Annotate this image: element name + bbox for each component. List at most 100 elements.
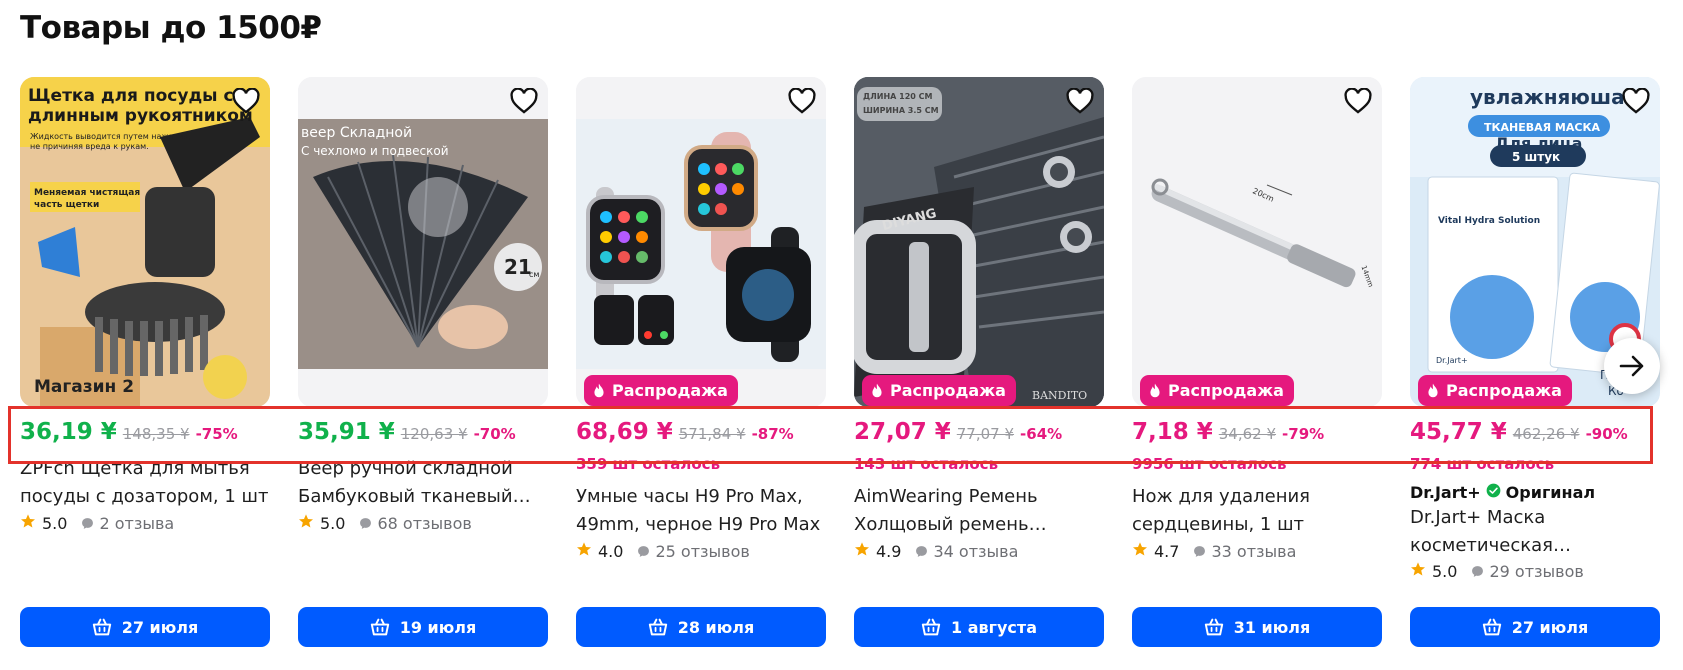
product-card[interactable]: Щетка для посуды с длинным рукоятником Ж… [20,77,270,649]
brand-row[interactable]: Dr.Jart+ Оригинал [1410,483,1595,502]
rating-value: 5.0 [320,513,346,533]
carousel-next-arrow-icon[interactable] [1604,338,1660,394]
delivery-date-button[interactable]: 27 июля [20,607,270,647]
discount-percent: -70% [473,425,516,443]
product-image[interactable]: ДЛИНА 120 СМ ШИРИНА 3.5 СМ DIYANG BANDIT… [854,77,1104,407]
product-card[interactable]: Распродажа 68,69 ¥ 571,84 ¥ -87% 359 шт … [576,77,826,649]
delivery-date-button[interactable]: 19 июля [298,607,548,647]
rating-row: 4.7 33 отзыва [1132,541,1296,561]
stock-left: 359 шт осталось [576,455,721,473]
rating-value: 4.0 [598,541,624,561]
brand-name: Dr.Jart+ [1410,483,1481,502]
product-image[interactable]: Распродажа [576,77,826,407]
image-caption: ШИРИНА 3.5 СМ [863,106,939,115]
product-image-art: 20cm 14mm [1132,77,1382,407]
basket-icon [92,618,111,636]
rating-value: 4.7 [1154,541,1180,561]
product-title[interactable]: Веер ручной складной Бамбуковый тканевый… [298,455,548,511]
basket-icon [921,618,941,636]
image-caption: см [529,270,539,279]
favorite-heart-icon[interactable] [508,85,540,117]
discount-percent: -64% [1020,425,1063,443]
price-row: 36,19 ¥ 148,35 ¥ -75% [20,419,270,453]
sale-badge: Распродажа [584,375,738,406]
delivery-date: 28 июля [677,617,755,637]
delivery-date-button[interactable]: 27 июля [1410,607,1660,647]
product-card[interactable]: 20cm 14mm Распродажа 7,18 ¥ 34,62 ¥ -79%… [1132,77,1382,649]
image-caption: 5 штук [1512,150,1560,164]
star-icon [576,541,592,561]
favorite-heart-icon[interactable] [230,85,262,117]
basket-icon [648,618,667,636]
reviews-count[interactable]: 29 отзывов [1471,562,1584,581]
stock-left: 143 шт осталось [854,455,999,473]
favorite-heart-icon[interactable] [1620,85,1652,117]
comment-icon [1472,565,1484,577]
favorite-heart-icon[interactable] [786,85,818,117]
basket-icon [1482,618,1501,636]
product-image[interactable]: 21 см веер Складной С чехломо и подвеско… [298,77,548,407]
fire-icon [872,383,882,397]
reviews-count[interactable]: 34 отзыва [915,542,1018,561]
image-caption: BANDITO [1032,389,1087,402]
image-caption: С чехломо и подвеской [301,144,449,158]
delivery-date-button[interactable]: 28 июля [576,607,826,647]
delivery-date: 19 июля [399,617,477,637]
product-card[interactable]: 21 см веер Складной С чехломо и подвеско… [298,77,548,649]
favorite-heart-icon[interactable] [1342,85,1374,117]
discount-percent: -90% [1585,425,1628,443]
product-title[interactable]: ZPFcn Щетка для мытья посуды с дозатором… [20,455,270,511]
stock-left: 774 шт осталось [1410,455,1555,473]
product-title[interactable]: AimWearing Ремень Холщовый ремень длино… [854,483,1104,539]
current-price: 35,91 ¥ [298,419,395,445]
star-icon [298,513,314,533]
product-image[interactable]: 20cm 14mm Распродажа [1132,77,1382,407]
product-title[interactable]: Нож для удаления сердцевины, 1 шт [1132,483,1382,539]
delivery-date: 31 июля [1233,617,1311,637]
comment-icon [916,545,928,557]
rating-value: 4.9 [876,541,902,561]
discount-percent: -75% [195,425,238,443]
reviews-count[interactable]: 33 отзыва [1193,542,1296,561]
current-price: 36,19 ¥ [20,419,117,445]
reviews-count[interactable]: 2 отзыва [81,514,174,533]
price-row: 27,07 ¥ 77,07 ¥ -64% [854,419,1104,453]
image-caption: Dr.Jart+ [1436,356,1468,365]
star-icon [1410,561,1426,581]
product-image[interactable]: Щетка для посуды с длинным рукоятником Ж… [20,77,270,407]
fire-icon [1428,383,1438,397]
discount-percent: -79% [1282,425,1325,443]
rating-value: 5.0 [1432,561,1458,581]
reviews-count[interactable]: 25 отзывов [637,542,750,561]
product-carousel: Щетка для посуды с длинным рукоятником Ж… [0,0,1683,670]
product-title[interactable]: Умные часы H9 Pro Max, 49mm, черное H9 P… [576,483,826,539]
star-icon [1132,541,1148,561]
delivery-date-button[interactable]: 1 августа [854,607,1104,647]
product-image-art: Щетка для посуды с длинным рукоятником Ж… [20,77,270,407]
price-row: 45,77 ¥ 462,26 ¥ -90% [1410,419,1660,453]
rating-row: 5.0 2 отзыва [20,513,174,533]
old-price: 148,35 ¥ [122,425,190,443]
old-price: 34,62 ¥ [1218,425,1277,443]
rating-row: 4.0 25 отзывов [576,541,750,561]
fire-icon [1150,383,1160,397]
original-label: Оригинал [1505,483,1596,502]
sale-badge: Распродажа [862,375,1016,406]
product-card[interactable]: ДЛИНА 120 СМ ШИРИНА 3.5 СМ DIYANG BANDIT… [854,77,1104,649]
comment-icon [82,517,94,529]
current-price: 68,69 ¥ [576,419,673,445]
image-caption: часть щетки [34,200,99,210]
old-price: 77,07 ¥ [956,425,1015,443]
delivery-date-button[interactable]: 31 июля [1132,607,1382,647]
comment-icon [1194,545,1206,557]
image-caption: Vital Hydra Solution [1438,216,1540,226]
product-title[interactable]: Dr.Jart+ Маска косметическая… [1410,504,1660,560]
product-image-art [576,77,826,407]
image-caption: 21 [504,255,532,279]
price-row: 35,91 ¥ 120,63 ¥ -70% [298,419,548,453]
image-caption: увлажняюшая [1470,85,1637,109]
rating-value: 5.0 [42,513,68,533]
favorite-heart-icon[interactable] [1064,85,1096,117]
reviews-count[interactable]: 68 отзывов [359,514,472,533]
image-caption: Меняемая чистящая [34,188,140,198]
